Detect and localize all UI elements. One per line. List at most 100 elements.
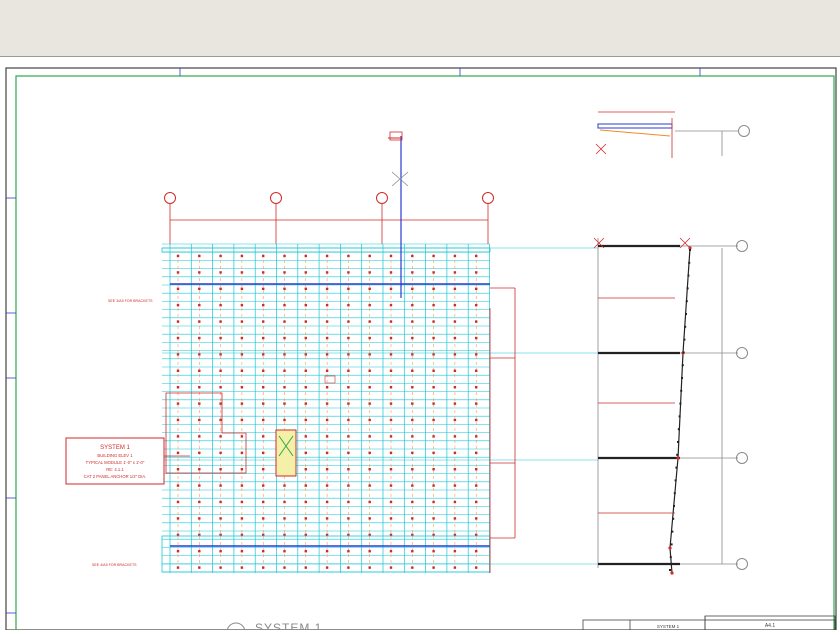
anchor-point: [176, 271, 180, 274]
anchor-point: [453, 418, 457, 422]
anchor-point: [304, 566, 307, 569]
plan-title-bubble: [226, 622, 246, 635]
anchor-point: [283, 517, 286, 520]
anchor-point: [347, 336, 350, 340]
mullion-anchor: [676, 453, 679, 456]
anchor-point: [325, 435, 329, 438]
anchor-point: [368, 369, 371, 372]
anchor-point: [411, 484, 414, 487]
anchor-point: [347, 566, 350, 569]
grid-bubble-3: [376, 192, 388, 204]
anchor-point: [262, 550, 265, 553]
anchor-point: [432, 468, 435, 471]
mullion-anchor: [669, 556, 672, 559]
anchor-point: [283, 336, 286, 340]
anchor-point: [475, 254, 478, 258]
anchor-point: [198, 336, 201, 340]
anchor-point: [453, 435, 457, 438]
anchor-point: [176, 336, 180, 340]
anchor-point: [475, 451, 478, 454]
anchor-point: [262, 271, 265, 274]
callout-line-2: TYPICAL MODULE 1'-0" x 1'-0": [86, 460, 145, 465]
anchor-point: [219, 353, 222, 356]
anchor-point: [453, 353, 457, 356]
anchor-point: [240, 500, 244, 504]
anchor-point: [198, 435, 201, 438]
anchor-point: [176, 254, 180, 258]
anchor-point: [283, 369, 286, 372]
anchor-point: [368, 402, 371, 405]
anchor-point: [219, 287, 222, 290]
anchor-point: [432, 402, 435, 405]
anchor-point: [325, 271, 329, 274]
anchor-point: [325, 386, 329, 389]
anchor-point: [219, 320, 222, 323]
anchor-point: [198, 451, 201, 454]
anchor-point: [198, 566, 201, 569]
riser-break-mark: [391, 171, 409, 187]
anchor-point: [304, 451, 307, 454]
anchor-point: [389, 336, 393, 340]
anchor-point: [304, 550, 307, 553]
anchor-point: [432, 550, 435, 553]
anchor-point: [283, 304, 286, 307]
callout-line-4: CAT 2 PANEL ANCHOR 1/2" DIA.: [84, 474, 147, 479]
mullion-anchor: [671, 530, 674, 533]
anchor-point: [325, 517, 329, 520]
anchor-point: [198, 468, 201, 471]
left-note-1: SEE 3/A5 FOR BRACKETS: [108, 299, 153, 303]
anchor-point: [219, 500, 222, 504]
anchor-point: [475, 550, 478, 553]
anchor-point: [475, 435, 478, 438]
anchor-point: [219, 304, 222, 307]
anchor-point: [389, 451, 393, 454]
anchor-point: [304, 402, 307, 405]
anchor-point: [325, 304, 329, 307]
anchor-point: [411, 451, 414, 454]
anchor-point: [240, 386, 244, 389]
anchor-point: [176, 402, 180, 405]
anchor-point: [219, 566, 222, 569]
anchor-point: [389, 254, 393, 258]
anchor-point: [411, 500, 414, 504]
anchor-point: [432, 484, 435, 487]
anchor-point: [432, 320, 435, 323]
anchor-point: [304, 254, 307, 258]
mullion-anchor: [686, 287, 689, 290]
anchor-point: [176, 517, 180, 520]
anchor-point: [453, 500, 457, 504]
anchor-point: [304, 517, 307, 520]
level-bubble-2: [736, 347, 748, 359]
anchor-point: [347, 402, 350, 405]
plan-title: SYSTEM 1: [255, 621, 322, 630]
anchor-point: [347, 304, 350, 307]
anchor-point: [389, 418, 393, 422]
anchor-point: [198, 271, 201, 274]
anchor-point: [325, 320, 329, 323]
anchor-point: [368, 517, 371, 520]
anchor-point: [262, 566, 265, 569]
anchor-point: [176, 287, 180, 290]
anchor-point: [262, 336, 265, 340]
anchor-point: [411, 550, 414, 553]
anchor-point: [198, 353, 201, 356]
anchor-point: [262, 468, 265, 471]
anchor-point: [475, 336, 478, 340]
anchor-point: [240, 550, 244, 553]
anchor-point: [304, 271, 307, 274]
anchor-point: [347, 468, 350, 471]
mullion-anchor: [670, 543, 673, 546]
mullion-anchor: [682, 351, 685, 354]
anchor-point: [389, 484, 393, 487]
anchor-point: [368, 287, 371, 290]
anchor-point: [411, 517, 414, 520]
anchor-point: [304, 500, 307, 504]
anchor-point: [453, 484, 457, 487]
cad-drawing: SEE 3/A5 FOR BRACKETS SEE 4/A5 FOR BRACK…: [5, 67, 837, 635]
anchor-point: [262, 435, 265, 438]
mullion-anchor: [669, 569, 671, 571]
anchor-point: [368, 320, 371, 323]
anchor-point: [432, 435, 435, 438]
anchor-point: [453, 402, 457, 405]
anchor-point: [325, 451, 329, 454]
